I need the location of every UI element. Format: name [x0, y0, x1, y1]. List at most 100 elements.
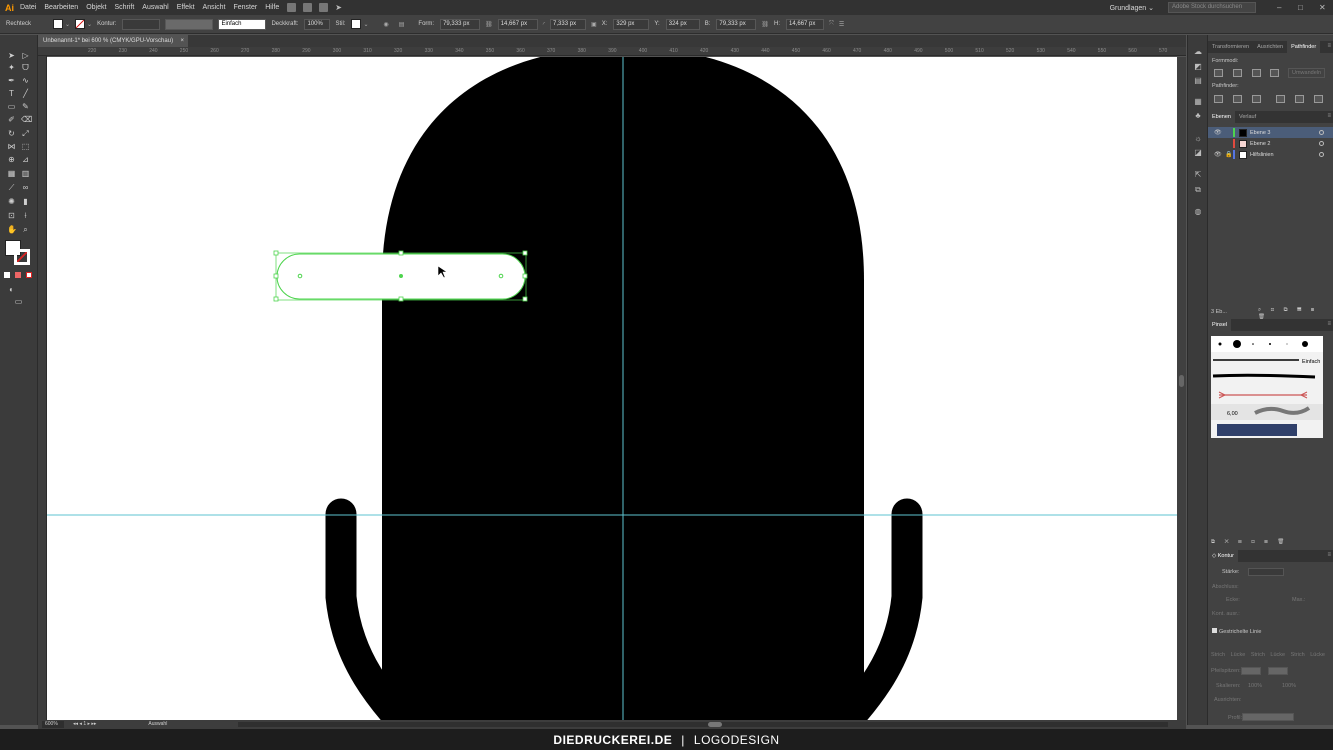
- vertical-ruler[interactable]: [38, 56, 47, 720]
- menu-datei[interactable]: Datei: [20, 4, 36, 11]
- scroll-thumb[interactable]: [1179, 375, 1184, 387]
- recolor-icon[interactable]: ◉: [384, 21, 389, 28]
- stroke-style-field[interactable]: Einfach: [218, 18, 267, 30]
- export-icon[interactable]: ⇱: [1193, 170, 1203, 179]
- trim-button[interactable]: [1233, 95, 1242, 103]
- profile-field[interactable]: [1242, 713, 1294, 721]
- minus-front-button[interactable]: [1233, 69, 1242, 77]
- color-icon[interactable]: ▤: [1193, 76, 1203, 85]
- scroll-thumb[interactable]: [708, 722, 722, 727]
- stroke-color-box[interactable]: [14, 249, 30, 265]
- pen-tool-icon[interactable]: ✒: [7, 76, 16, 85]
- zoom-tool-icon[interactable]: ⌕: [21, 225, 30, 234]
- hand-tool-icon[interactable]: ✋: [7, 225, 17, 234]
- eraser-icon[interactable]: ⌫: [21, 115, 32, 124]
- stroke-weight-field[interactable]: [1248, 568, 1284, 576]
- reference-point-icon[interactable]: ▣: [591, 21, 597, 28]
- brushes-footer-icons[interactable]: ⧉ ✕ ⊟ ⊡ ⊞ 🗑: [1211, 539, 1288, 546]
- intersect-button[interactable]: [1252, 69, 1261, 77]
- menu-bearbeiten[interactable]: Bearbeiten: [44, 4, 78, 11]
- arrowhead-start-field[interactable]: [1241, 667, 1261, 675]
- target-icon[interactable]: [1319, 141, 1324, 146]
- zoom-field[interactable]: 600%: [42, 721, 64, 728]
- outline-button[interactable]: [1295, 95, 1304, 103]
- panel-menu-icon[interactable]: ≡: [1327, 43, 1331, 49]
- h-field[interactable]: 14,667 px: [786, 18, 825, 30]
- chevron-down-icon[interactable]: ⌄: [87, 21, 92, 28]
- target-icon[interactable]: [1319, 152, 1324, 157]
- panel-menu-icon[interactable]: ≡: [1327, 552, 1331, 558]
- line-tool-icon[interactable]: ╱: [21, 89, 30, 98]
- workspace-switcher[interactable]: Grundlagen ⌄: [1110, 4, 1154, 12]
- horizontal-scrollbar[interactable]: [238, 722, 1168, 727]
- menu-ansicht[interactable]: Ansicht: [203, 4, 226, 11]
- corner-radius-field[interactable]: 7,333 px: [550, 18, 587, 30]
- align-icon[interactable]: ▤: [399, 21, 405, 28]
- blend-tool-icon[interactable]: ∞: [21, 183, 30, 192]
- graphic-styles-icon[interactable]: ◪: [1193, 148, 1203, 157]
- panel-menu-icon[interactable]: ≡: [1327, 113, 1331, 119]
- layer-row-ebene-3[interactable]: 👁 Ebene 3: [1208, 127, 1333, 138]
- link-icon[interactable]: ⛓: [485, 21, 493, 28]
- style-swatch[interactable]: [351, 19, 362, 29]
- corner-radius-icon[interactable]: ◜: [543, 21, 545, 28]
- tab-brushes[interactable]: Pinsel: [1208, 319, 1231, 331]
- stroke-swatch[interactable]: [75, 19, 86, 29]
- panel-menu-icon[interactable]: ≡: [1327, 321, 1331, 327]
- appearance-icon[interactable]: ☼: [1193, 134, 1203, 143]
- brush-previews[interactable]: Einfach 6,00: [1211, 336, 1323, 438]
- graph-tool-icon[interactable]: ▮: [21, 197, 30, 206]
- tab-pathfinder[interactable]: Pathfinder: [1287, 41, 1321, 53]
- none-mode-icon[interactable]: [26, 272, 32, 278]
- opacity-field[interactable]: 100%: [304, 18, 331, 30]
- send-icon[interactable]: ➤: [335, 3, 344, 12]
- minus-back-button[interactable]: [1314, 95, 1323, 103]
- symbols-icon[interactable]: ♣: [1193, 111, 1203, 120]
- scale-value-2[interactable]: 100%: [1282, 683, 1296, 689]
- scale-value-1[interactable]: 100%: [1248, 683, 1262, 689]
- visibility-eye-icon[interactable]: 👁: [1214, 129, 1222, 136]
- shaper-tool-icon[interactable]: ✐: [7, 115, 16, 124]
- gradient-tool-icon[interactable]: ▥: [21, 169, 30, 178]
- tab-transform[interactable]: Transformieren: [1208, 41, 1253, 53]
- magic-wand-icon[interactable]: ✦: [7, 63, 16, 72]
- slice-tool-icon[interactable]: ⟊: [21, 211, 30, 220]
- properties-icon[interactable]: ◩: [1193, 62, 1203, 71]
- eyedropper-icon[interactable]: ⟋: [7, 183, 16, 192]
- target-icon[interactable]: [1319, 130, 1324, 135]
- more-options-icon[interactable]: ☰: [839, 21, 844, 28]
- document-tab[interactable]: Unbenannt-1* bei 600 % (CMYK/GPU-Vorscha…: [38, 35, 188, 47]
- layer-name[interactable]: Ebene 2: [1250, 141, 1271, 147]
- exclude-button[interactable]: [1270, 69, 1279, 77]
- menu-effekt[interactable]: Effekt: [177, 4, 195, 11]
- selection-tool-icon[interactable]: ➤: [7, 51, 16, 60]
- artboard-navigation[interactable]: ◂◂ ◂ 1 ▸ ▸▸: [70, 721, 99, 728]
- shape-builder-icon[interactable]: ⊕: [7, 155, 16, 164]
- menu-fenster[interactable]: Fenster: [234, 4, 258, 11]
- stock-icon[interactable]: [303, 3, 313, 12]
- mesh-tool-icon[interactable]: ▦: [7, 169, 16, 178]
- arrange-documents-icon[interactable]: [319, 3, 329, 12]
- chevron-down-icon[interactable]: ⌄: [363, 21, 368, 28]
- minimize-icon[interactable]: –: [1277, 4, 1284, 12]
- expand-button[interactable]: Umwandeln: [1288, 68, 1326, 78]
- horizontal-ruler[interactable]: 220 230 240 250 260 270 280 290 300 310 320 330 340 3…: [38, 47, 1186, 56]
- libraries-icon[interactable]: ☁: [1193, 47, 1203, 56]
- artboard-tool-icon[interactable]: ⊡: [7, 211, 16, 220]
- fill-swatch[interactable]: [53, 19, 64, 29]
- scale-tool-icon[interactable]: ⤢: [21, 129, 30, 138]
- transparency-icon[interactable]: ◍: [1193, 207, 1203, 216]
- lasso-icon[interactable]: ᗜ: [21, 63, 30, 72]
- tab-align[interactable]: Ausrichten: [1253, 41, 1287, 53]
- status-tool-field[interactable]: Auswahl: [145, 721, 205, 728]
- divide-button[interactable]: [1214, 95, 1223, 103]
- type-tool-icon[interactable]: T: [7, 89, 16, 98]
- artboards-icon[interactable]: ⧉: [1193, 185, 1203, 194]
- layer-row-ebene-2[interactable]: Ebene 2: [1208, 138, 1333, 149]
- merge-button[interactable]: [1252, 95, 1261, 103]
- crop-button[interactable]: [1276, 95, 1285, 103]
- rectangle-tool-icon[interactable]: ▭: [7, 102, 16, 111]
- close-icon[interactable]: ✕: [1319, 4, 1326, 12]
- paintbrush-icon[interactable]: ✎: [21, 102, 30, 111]
- y-field[interactable]: 324 px: [665, 18, 700, 30]
